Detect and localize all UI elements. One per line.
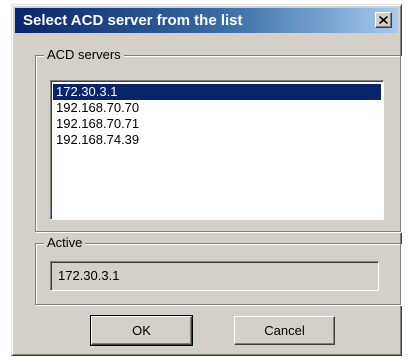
acd-servers-label: ACD servers <box>44 47 124 63</box>
server-list-item[interactable]: 172.30.3.1 <box>53 84 381 100</box>
server-list-item[interactable]: 192.168.74.39 <box>53 132 381 148</box>
cancel-button[interactable]: Cancel <box>234 316 335 345</box>
ok-button[interactable]: OK <box>90 315 193 346</box>
server-listbox[interactable]: 172.30.3.1 192.168.70.70 192.168.70.71 1… <box>50 80 384 220</box>
active-label: Active <box>44 235 86 251</box>
window-title: Select ACD server from the list <box>23 12 243 29</box>
acd-servers-group: ACD servers 172.30.3.1 192.168.70.70 192… <box>35 47 401 232</box>
server-list-item[interactable]: 192.168.70.70 <box>53 100 381 116</box>
active-group: Active 172.30.3.1 <box>35 235 401 305</box>
close-button[interactable] <box>375 12 392 28</box>
select-acd-server-dialog: Select ACD server from the list ACD serv… <box>11 4 402 356</box>
close-icon <box>379 16 388 24</box>
active-server-field: 172.30.3.1 <box>50 261 379 291</box>
title-bar[interactable]: Select ACD server from the list <box>15 8 398 33</box>
server-list-item[interactable]: 192.168.70.71 <box>53 116 381 132</box>
